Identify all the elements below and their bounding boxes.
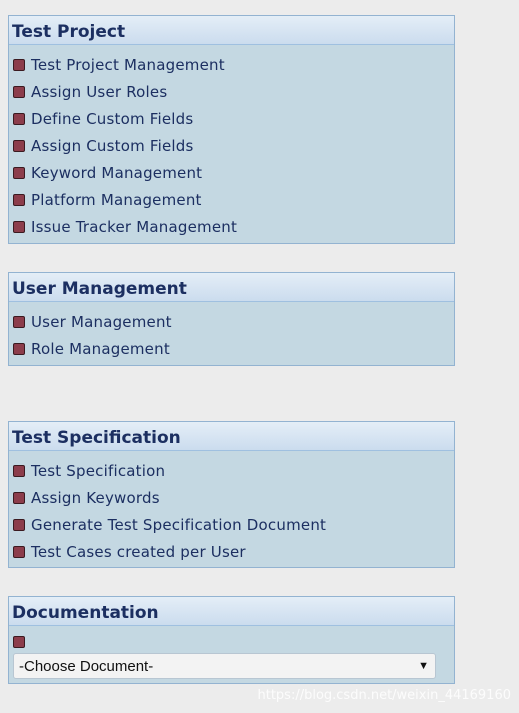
- bullet-icon: [13, 193, 25, 206]
- menu-item-generate-test-specification-document[interactable]: Generate Test Specification Document: [13, 511, 454, 538]
- menu-item-label[interactable]: User Management: [31, 313, 172, 331]
- bullet-icon: [13, 636, 25, 648]
- menu-list-documentation: -Choose Document- ▼: [9, 626, 454, 679]
- menu-item-test-cases-created-per-user[interactable]: Test Cases created per User: [13, 538, 454, 565]
- watermark: https://blog.csdn.net/weixin_44169160: [257, 688, 511, 703]
- bullet-icon: [13, 139, 25, 152]
- menu-item-assign-custom-fields[interactable]: Assign Custom Fields: [13, 132, 454, 159]
- bullet-icon: [13, 220, 25, 233]
- bullet-icon: [13, 342, 25, 355]
- document-select[interactable]: -Choose Document- ▼: [13, 653, 436, 679]
- panel-test-specification: Test Specification Test Specification As…: [8, 421, 455, 568]
- bullet-icon: [13, 112, 25, 125]
- menu-item-label[interactable]: Issue Tracker Management: [31, 218, 237, 236]
- bullet-icon: [13, 518, 25, 531]
- bullet-icon: [13, 85, 25, 98]
- menu-item-label[interactable]: Test Project Management: [31, 56, 225, 74]
- menu-item-role-management[interactable]: Role Management: [13, 335, 454, 362]
- documentation-bullet-row: [13, 632, 454, 652]
- menu-item-test-project-management[interactable]: Test Project Management: [13, 51, 454, 78]
- menu-item-issue-tracker-management[interactable]: Issue Tracker Management: [13, 213, 454, 240]
- menu-item-label[interactable]: Generate Test Specification Document: [31, 516, 326, 534]
- menu-list-test-project: Test Project Management Assign User Role…: [9, 45, 454, 240]
- panel-title-test-specification: Test Specification: [9, 422, 454, 451]
- menu-list-test-specification: Test Specification Assign Keywords Gener…: [9, 451, 454, 565]
- panel-title-test-project: Test Project: [9, 16, 454, 45]
- panel-documentation: Documentation -Choose Document- ▼: [8, 596, 455, 684]
- menu-list-user-management: User Management Role Management: [9, 302, 454, 362]
- menu-item-label[interactable]: Platform Management: [31, 191, 202, 209]
- menu-item-label[interactable]: Assign User Roles: [31, 83, 167, 101]
- bullet-icon: [13, 464, 25, 477]
- panel-title-documentation: Documentation: [9, 597, 454, 626]
- bullet-icon: [13, 58, 25, 71]
- menu-item-platform-management[interactable]: Platform Management: [13, 186, 454, 213]
- menu-item-test-specification[interactable]: Test Specification: [13, 457, 454, 484]
- document-select-value: -Choose Document-: [19, 657, 154, 675]
- menu-item-user-management[interactable]: User Management: [13, 308, 454, 335]
- menu-item-label[interactable]: Test Specification: [31, 462, 165, 480]
- menu-item-label[interactable]: Test Cases created per User: [31, 543, 246, 561]
- menu-item-label[interactable]: Keyword Management: [31, 164, 202, 182]
- bullet-icon: [13, 166, 25, 179]
- bullet-icon: [13, 315, 25, 328]
- menu-item-label[interactable]: Define Custom Fields: [31, 110, 193, 128]
- bullet-icon: [13, 491, 25, 504]
- menu-item-label[interactable]: Role Management: [31, 340, 170, 358]
- panel-test-project: Test Project Test Project Management Ass…: [8, 15, 455, 244]
- menu-item-define-custom-fields[interactable]: Define Custom Fields: [13, 105, 454, 132]
- menu-item-label[interactable]: Assign Keywords: [31, 489, 160, 507]
- panel-title-user-management: User Management: [9, 273, 454, 302]
- menu-item-assign-user-roles[interactable]: Assign User Roles: [13, 78, 454, 105]
- panel-user-management: User Management User Management Role Man…: [8, 272, 455, 366]
- bullet-icon: [13, 545, 25, 558]
- menu-item-assign-keywords[interactable]: Assign Keywords: [13, 484, 454, 511]
- chevron-down-icon[interactable]: ▼: [418, 660, 429, 672]
- menu-item-keyword-management[interactable]: Keyword Management: [13, 159, 454, 186]
- menu-item-label[interactable]: Assign Custom Fields: [31, 137, 194, 155]
